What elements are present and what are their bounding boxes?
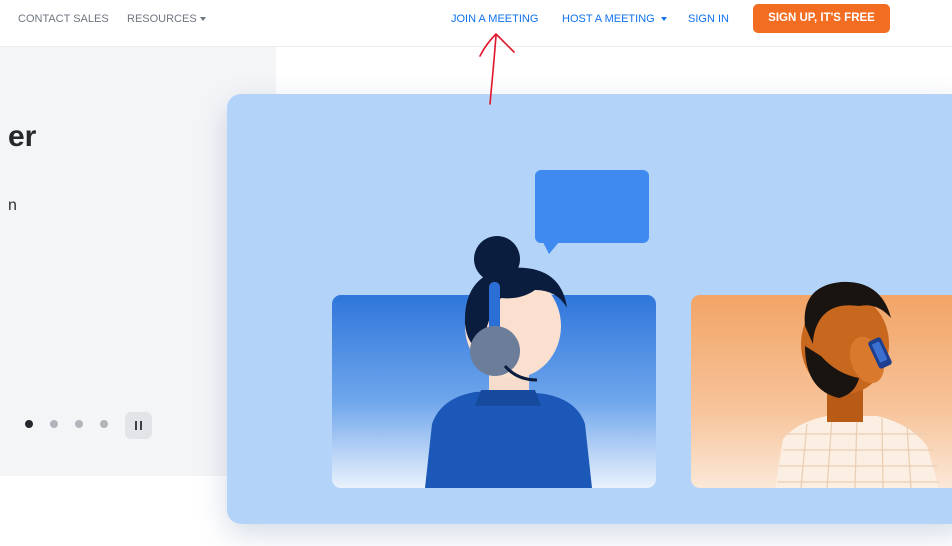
caret-down-icon: [199, 17, 206, 22]
hero-subtitle: n: [8, 197, 17, 214]
contact-sales-link[interactable]: CONTACT SALES: [18, 0, 109, 38]
hero-illustration-card: [227, 94, 952, 524]
hero-title: er: [8, 120, 37, 153]
red-arrow-annotation: [479, 33, 515, 105]
carousel-dot-1[interactable]: [25, 420, 33, 428]
resources-label: RESOURCES: [127, 13, 197, 25]
sign-in-link[interactable]: SIGN IN: [688, 0, 729, 38]
signup-button[interactable]: SIGN UP, IT'S FREE: [753, 4, 890, 33]
resources-menu[interactable]: RESOURCES: [127, 0, 206, 38]
video-call-illustration: [332, 170, 952, 488]
caret-down-icon: [660, 17, 667, 22]
host-meeting-label: HOST A MEETING: [562, 13, 655, 25]
carousel-pause-button[interactable]: [125, 412, 152, 439]
carousel-dot-4[interactable]: [100, 420, 108, 428]
carousel-dot-3[interactable]: [75, 420, 83, 428]
chat-bubble-icon: [535, 170, 649, 254]
video-tile-person-headset: [332, 236, 656, 488]
host-meeting-menu[interactable]: HOST A MEETING: [562, 0, 667, 38]
carousel-dot-2[interactable]: [50, 420, 58, 428]
video-tile-person-phone: [691, 281, 952, 488]
